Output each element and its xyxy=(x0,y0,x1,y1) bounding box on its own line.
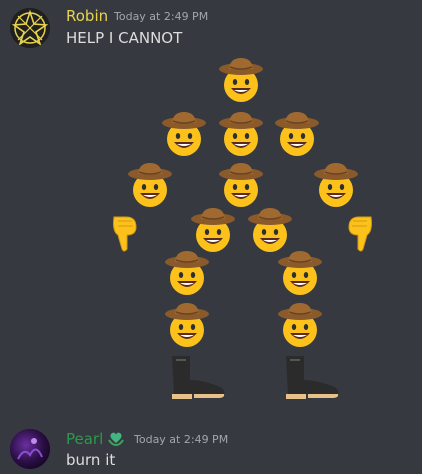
cowboy-hat-face-icon xyxy=(216,160,266,210)
cowboy-hat-face-icon xyxy=(275,248,325,298)
cowboy-hat-face-icon xyxy=(275,300,325,350)
cowboy-hat-face-icon xyxy=(272,109,322,159)
boot-icon xyxy=(168,354,228,400)
cowboy-hat-face-icon xyxy=(216,55,266,105)
avatar-star-icon xyxy=(10,8,50,48)
cowboy-hat-face-icon xyxy=(162,248,212,298)
cowboy-hat-face-icon xyxy=(159,109,209,159)
message-text: burn it xyxy=(66,451,116,469)
chat-message-list: Robin Today at 2:49 PM HELP I CANNOT Pea… xyxy=(0,0,422,474)
message-text: HELP I CANNOT xyxy=(66,29,183,47)
username[interactable]: Pearl xyxy=(66,430,103,448)
username[interactable]: Robin xyxy=(66,7,108,25)
timestamp: Today at 2:49 PM xyxy=(134,433,229,446)
message-pearl: Pearl Today at 2:49 PM burn it xyxy=(0,420,422,474)
pointing-down-hand-icon xyxy=(343,213,377,253)
green-heart-hands-icon xyxy=(107,429,125,447)
avatar-image xyxy=(10,429,50,469)
cowboy-hat-face-icon xyxy=(311,160,361,210)
avatar[interactable] xyxy=(10,429,50,469)
cowboy-hat-face-icon xyxy=(162,300,212,350)
cowboy-hat-face-icon xyxy=(125,160,175,210)
avatar[interactable] xyxy=(10,8,50,48)
timestamp: Today at 2:49 PM xyxy=(114,10,209,23)
boot-icon xyxy=(282,354,342,400)
cowboy-hat-face-icon xyxy=(216,109,266,159)
pointing-down-hand-icon xyxy=(108,213,142,253)
